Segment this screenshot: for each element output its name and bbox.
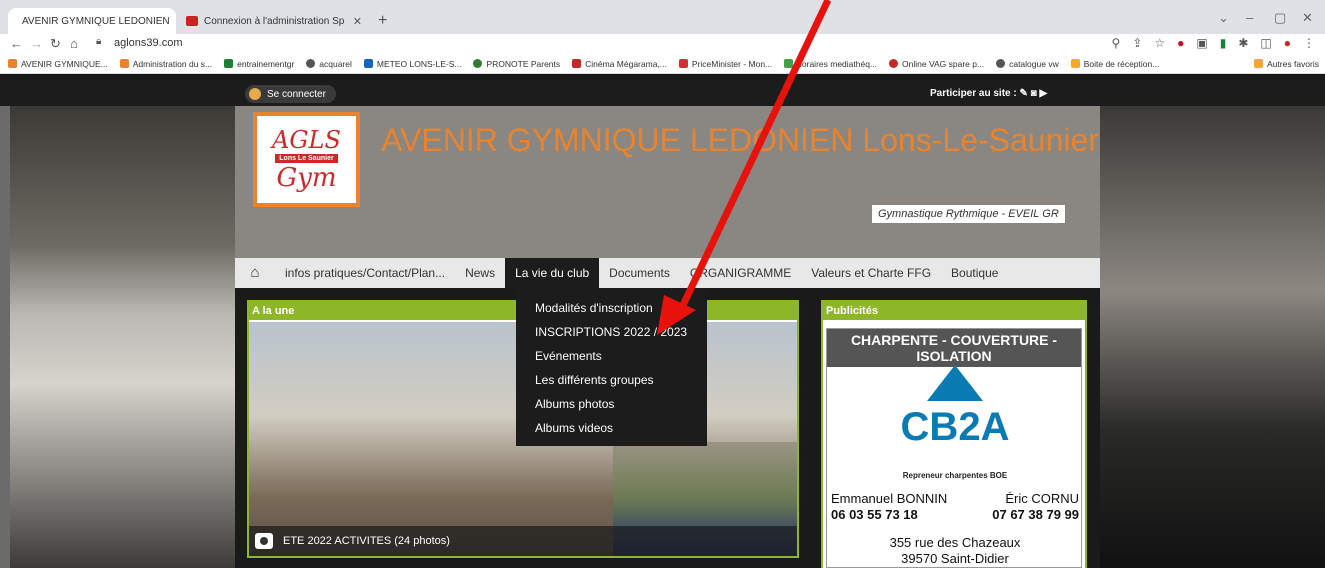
puzzle-icon[interactable]: ✱ bbox=[1238, 36, 1248, 50]
bookmark-favicon-icon bbox=[572, 59, 582, 68]
bookmark-item[interactable]: Administration du s... bbox=[119, 59, 212, 69]
nav-item-infos[interactable]: infos pratiques/Contact/Plan... bbox=[275, 258, 455, 288]
nav-item-vie-du-club[interactable]: La vie du club bbox=[505, 258, 600, 288]
bookmark-favicon-icon bbox=[363, 59, 373, 68]
home-icon[interactable]: ⌂ bbox=[70, 36, 78, 51]
tab-search-icon[interactable]: ⌄ bbox=[1218, 10, 1229, 26]
pinterest-icon[interactable]: ● bbox=[1177, 36, 1184, 50]
menu-item-albums-videos[interactable]: Albums videos bbox=[516, 416, 707, 440]
zoom-icon[interactable]: ⚲ bbox=[1112, 36, 1121, 50]
camera-icon bbox=[255, 533, 273, 549]
bookmark-item[interactable]: Boite de réception... bbox=[1070, 59, 1159, 69]
bookmark-favicon-icon bbox=[473, 59, 483, 68]
bookmark-favicon-icon bbox=[8, 59, 17, 68]
bookmark-favicon-icon bbox=[996, 59, 1006, 68]
bookmark-item[interactable]: METEO LONS-LE-S... bbox=[363, 59, 461, 69]
nav-home-icon[interactable]: ⌂ bbox=[235, 258, 275, 288]
menu-item-evenements[interactable]: Evénements bbox=[516, 344, 707, 368]
bookmark-item[interactable]: Cinéma Mégarama,... bbox=[572, 59, 667, 69]
club-logo[interactable]: AGLS Lons Le Saunier Gym bbox=[253, 112, 360, 207]
close-icon[interactable]: ✕ bbox=[353, 15, 362, 28]
background-photo-right bbox=[1100, 106, 1325, 568]
bookmark-item[interactable]: Autres favoris bbox=[1254, 59, 1319, 69]
bookmark-item[interactable]: PriceMinister - Mon... bbox=[678, 59, 772, 69]
admin-favicon-icon bbox=[186, 16, 198, 26]
bookmark-item[interactable]: horaires mediathéq... bbox=[784, 59, 877, 69]
bookmarks-bar: AVENIR GYMNIQUE... Administration du s..… bbox=[0, 54, 1325, 74]
bookmark-favicon-icon bbox=[784, 59, 794, 68]
browser-left-edge bbox=[0, 106, 10, 568]
bookmark-item[interactable]: AVENIR GYMNIQUE... bbox=[8, 59, 108, 69]
roof-icon bbox=[927, 365, 983, 401]
tab-title: AVENIR GYMNIQUE LEDONIEN bbox=[22, 15, 170, 27]
ad-names: Emmanuel BONNIN Éric CORNU bbox=[831, 491, 1079, 506]
menu-icon[interactable]: ⋮ bbox=[1303, 36, 1315, 50]
video-icon[interactable]: ▶ bbox=[1039, 88, 1047, 99]
publicites-panel: Publicités CHARPENTE - COUVERTURE - ISOL… bbox=[821, 300, 1087, 568]
url-input[interactable]: aglons39.com bbox=[114, 37, 183, 49]
menu-item-inscriptions[interactable]: INSCRIPTIONS 2022 / 2023 bbox=[516, 320, 707, 344]
address-bar: ← → ↻ ⌂ 🔒︎ aglons39.com ⚲ ⇪ ☆ ● ▣ ▮ ✱ ◫ … bbox=[0, 34, 1325, 54]
user-icon bbox=[249, 88, 261, 100]
participer-label: Participer au site : ✎ ◙ ▶ bbox=[930, 88, 1048, 99]
bookmark-item[interactable]: acquarel bbox=[306, 59, 352, 69]
bookmark-favicon-icon bbox=[1070, 59, 1080, 68]
maximize-icon[interactable]: ▢ bbox=[1274, 10, 1286, 26]
browser-toolbar: ⚲ ⇪ ☆ ● ▣ ▮ ✱ ◫ ● ⋮ bbox=[1112, 36, 1315, 50]
site-title[interactable]: AVENIR GYMNIQUE LEDONIEN Lons-Le-Saunier bbox=[380, 122, 1100, 158]
publicites-heading: Publicités bbox=[823, 302, 1085, 320]
menu-item-groupes[interactable]: Les différents groupes bbox=[516, 368, 707, 392]
sidebar-icon[interactable]: ◫ bbox=[1260, 36, 1271, 50]
browser-tab[interactable]: Connexion à l'administration Sp ✕ bbox=[178, 8, 370, 34]
reload-icon[interactable]: ↻ bbox=[50, 36, 61, 52]
connect-button[interactable]: Se connecter bbox=[245, 85, 336, 103]
nav-item-documents[interactable]: Documents bbox=[599, 258, 680, 288]
camera-icon[interactable]: ◙ bbox=[1031, 88, 1037, 99]
bookmark-item[interactable]: Online VAG spare p... bbox=[889, 59, 984, 69]
extension-icon[interactable]: ▣ bbox=[1196, 36, 1207, 50]
nav-item-news[interactable]: News bbox=[455, 258, 505, 288]
bookmark-item[interactable]: catalogue vw bbox=[996, 59, 1059, 69]
lock-icon: 🔒︎ bbox=[96, 36, 102, 47]
nav-item-organigramme[interactable]: ORGANIGRAMME bbox=[680, 258, 801, 288]
bookmark-favicon-icon bbox=[889, 59, 899, 68]
bookmark-favicon-icon bbox=[119, 59, 129, 68]
photo-caption[interactable]: ETE 2022 ACTIVITES (24 photos) bbox=[249, 526, 797, 556]
share-icon[interactable]: ⇪ bbox=[1132, 36, 1142, 50]
bookmark-favicon-icon bbox=[306, 59, 316, 68]
profile-avatar-icon[interactable]: ● bbox=[1284, 36, 1291, 50]
ad-address: 355 rue des Chazeaux 39570 Saint-Didier bbox=[889, 535, 1021, 566]
bookmark-item[interactable]: PRONOTE Parents bbox=[473, 59, 560, 69]
advertisement[interactable]: CHARPENTE - COUVERTURE - ISOLATION CB2A … bbox=[826, 328, 1082, 568]
tab-title: Connexion à l'administration Sp bbox=[204, 15, 345, 27]
window-close-icon[interactable]: ✕ bbox=[1302, 10, 1313, 26]
folder-icon bbox=[1254, 59, 1264, 68]
nav-item-boutique[interactable]: Boutique bbox=[941, 258, 1008, 288]
edit-icon[interactable]: ✎ bbox=[1019, 88, 1027, 99]
bookmark-item[interactable]: entrainementgr bbox=[224, 59, 294, 69]
bookmark-favicon-icon bbox=[224, 59, 234, 68]
browser-tabbar: AVENIR GYMNIQUE LEDONIEN ✕ Connexion à l… bbox=[0, 0, 1325, 34]
nav-dropdown-menu: Modalités d'inscription INSCRIPTIONS 202… bbox=[516, 288, 707, 446]
ad-banner: CHARPENTE - COUVERTURE - ISOLATION bbox=[827, 329, 1081, 367]
ad-phones: 06 03 55 73 18 07 67 38 79 99 bbox=[831, 507, 1079, 522]
site-slogan: Gymnastique Rythmique - EVEIL GR bbox=[872, 205, 1065, 223]
minimize-icon[interactable]: – bbox=[1246, 10, 1253, 25]
back-icon[interactable]: ← bbox=[10, 36, 23, 51]
main-nav: ⌂ infos pratiques/Contact/Plan... News L… bbox=[235, 258, 1100, 288]
extension-green-icon[interactable]: ▮ bbox=[1220, 36, 1227, 50]
menu-item-albums-photos[interactable]: Albums photos bbox=[516, 392, 707, 416]
menu-item-modalites[interactable]: Modalités d'inscription bbox=[516, 296, 707, 320]
bookmark-favicon-icon bbox=[678, 59, 688, 68]
nav-item-valeurs[interactable]: Valeurs et Charte FFG bbox=[801, 258, 941, 288]
forward-icon[interactable]: → bbox=[30, 36, 43, 51]
new-tab-icon[interactable]: + bbox=[378, 12, 387, 30]
cb2a-logo: CB2A bbox=[887, 365, 1023, 465]
ad-repreneur: Repreneur charpentes BOE bbox=[902, 471, 1008, 480]
background-photo-left bbox=[10, 106, 235, 568]
browser-tab[interactable]: AVENIR GYMNIQUE LEDONIEN ✕ bbox=[8, 8, 176, 34]
site-top-bar bbox=[0, 80, 1325, 106]
star-icon[interactable]: ☆ bbox=[1154, 36, 1165, 50]
